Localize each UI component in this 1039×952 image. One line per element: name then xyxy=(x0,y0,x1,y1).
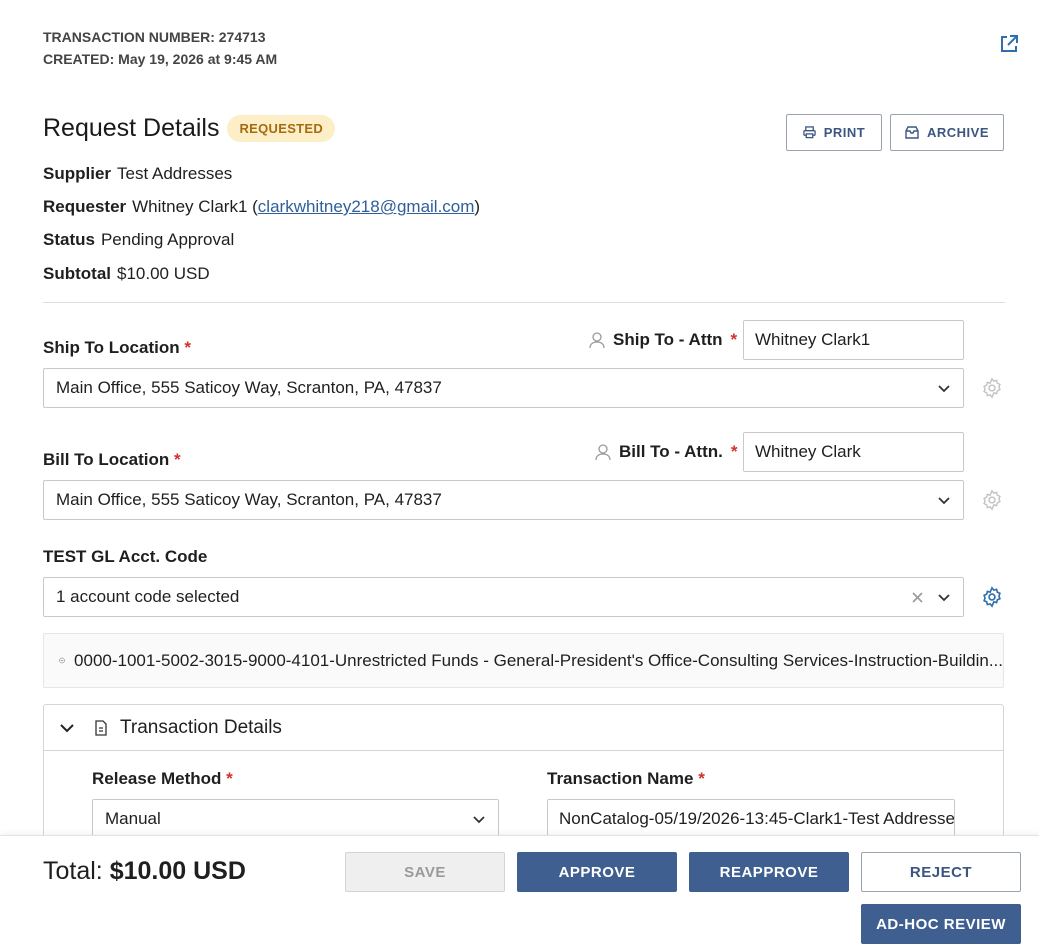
transaction-details-header[interactable]: Transaction Details xyxy=(44,705,1003,751)
supplier-row: Supplier Test Addresses xyxy=(43,164,232,184)
total-value: $10.00 USD xyxy=(109,857,246,885)
ad-hoc-review-button[interactable]: AD-HOC REVIEW xyxy=(861,904,1021,944)
requester-name: Whitney Clark1 xyxy=(132,197,248,216)
account-code-text: 0000-1001-5002-3015-9000-4101-Unrestrict… xyxy=(74,650,1003,670)
chevron-down-icon[interactable] xyxy=(58,719,76,737)
release-method-label: Release Method * xyxy=(92,769,233,788)
total-amount: Total: $10.00 USD xyxy=(43,857,246,886)
transaction-name-label: Transaction Name * xyxy=(547,769,705,788)
status-value: Pending Approval xyxy=(100,230,235,249)
user-icon xyxy=(595,443,611,460)
section-divider xyxy=(43,302,1005,303)
chevron-down-icon xyxy=(938,497,950,505)
external-link-icon[interactable] xyxy=(998,33,1020,55)
required-marker: * xyxy=(730,330,738,349)
supplier-value: Test Addresses xyxy=(117,164,233,183)
chevron-down-icon xyxy=(938,385,950,393)
requester-label: Requester xyxy=(43,197,127,216)
bill-to-attn-input[interactable]: Whitney Clark xyxy=(743,432,964,472)
reject-button[interactable]: REJECT xyxy=(861,852,1021,892)
transaction-meta: TRANSACTION NUMBER: 274713 CREATED: May … xyxy=(43,26,277,70)
archive-button[interactable]: ARCHIVE xyxy=(890,114,1004,151)
subtotal-label: Subtotal xyxy=(43,264,111,283)
page-title: Request Details xyxy=(43,114,220,142)
transaction-number: TRANSACTION NUMBER: 274713 xyxy=(43,29,266,45)
gear-icon[interactable] xyxy=(981,586,1003,608)
gl-acct-selected-value: 1 account code selected xyxy=(56,587,240,606)
requester-row: Requester Whitney Clark1 (clarkwhitney218… xyxy=(43,197,481,216)
bill-to-location-select[interactable]: Main Office, 555 Saticoy Way, Scranton, … xyxy=(43,480,964,520)
status-label: Status xyxy=(43,230,95,249)
transaction-name-input[interactable]: NonCatalog-05/19/2026-13:45-Clark1-Test … xyxy=(547,799,955,839)
release-method-value: Manual xyxy=(105,809,161,828)
gl-acct-select[interactable]: 1 account code selected xyxy=(43,577,964,617)
archive-icon xyxy=(905,126,919,139)
ship-to-attn-label: Ship To - Attn * xyxy=(589,330,737,350)
gl-acct-label: TEST GL Acct. Code xyxy=(43,547,208,566)
status-badge: REQUESTED xyxy=(227,115,336,142)
print-button[interactable]: PRINT xyxy=(786,114,882,151)
reapprove-button[interactable]: REAPPROVE xyxy=(689,852,849,892)
clear-icon[interactable] xyxy=(912,591,923,603)
bill-to-label: Bill To Location * xyxy=(43,450,181,469)
ship-to-label: Ship To Location * xyxy=(43,338,191,357)
required-marker: * xyxy=(226,769,233,788)
required-marker: * xyxy=(730,442,738,461)
required-marker: * xyxy=(173,450,181,469)
status-row: Status Pending Approval xyxy=(43,230,234,250)
chevron-down-icon xyxy=(473,816,485,824)
created-date: CREATED: May 19, 2026 at 9:45 AM xyxy=(43,51,278,67)
required-marker: * xyxy=(698,769,705,788)
supplier-label: Supplier xyxy=(43,164,112,183)
user-icon xyxy=(589,331,605,348)
approve-button[interactable]: APPROVE xyxy=(517,852,677,892)
subtotal-value: $10.00 USD xyxy=(117,264,210,283)
save-button[interactable]: SAVE xyxy=(345,852,505,892)
subtotal-row: Subtotal $10.00 USD xyxy=(43,264,210,284)
ship-to-attn-input[interactable]: Whitney Clark1 xyxy=(743,320,964,360)
release-method-select[interactable]: Manual xyxy=(92,799,499,839)
gear-icon[interactable] xyxy=(981,489,1003,511)
transaction-details-title: Transaction Details xyxy=(120,716,282,738)
gear-icon[interactable] xyxy=(981,377,1003,399)
required-marker: * xyxy=(184,338,191,357)
request-title-row: Request Details REQUESTED xyxy=(43,114,336,143)
total-label: Total: xyxy=(43,857,103,885)
ship-to-location-value: Main Office, 555 Saticoy Way, Scranton, … xyxy=(56,378,442,397)
requester-email-link[interactable]: clarkwhitney218@gmail.com xyxy=(258,197,475,216)
bill-to-location-value: Main Office, 555 Saticoy Way, Scranton, … xyxy=(56,490,442,509)
selected-account-item: 0000-1001-5002-3015-9000-4101-Unrestrict… xyxy=(43,633,1004,688)
remove-circle-icon[interactable] xyxy=(59,652,65,669)
ship-to-location-select[interactable]: Main Office, 555 Saticoy Way, Scranton, … xyxy=(43,368,964,408)
archive-label: ARCHIVE xyxy=(926,125,989,140)
print-label: PRINT xyxy=(823,125,866,140)
chevron-down-icon xyxy=(938,594,950,602)
document-icon xyxy=(95,719,107,736)
bill-to-attn-label: Bill To - Attn. * xyxy=(595,442,737,462)
printer-icon xyxy=(803,126,816,139)
